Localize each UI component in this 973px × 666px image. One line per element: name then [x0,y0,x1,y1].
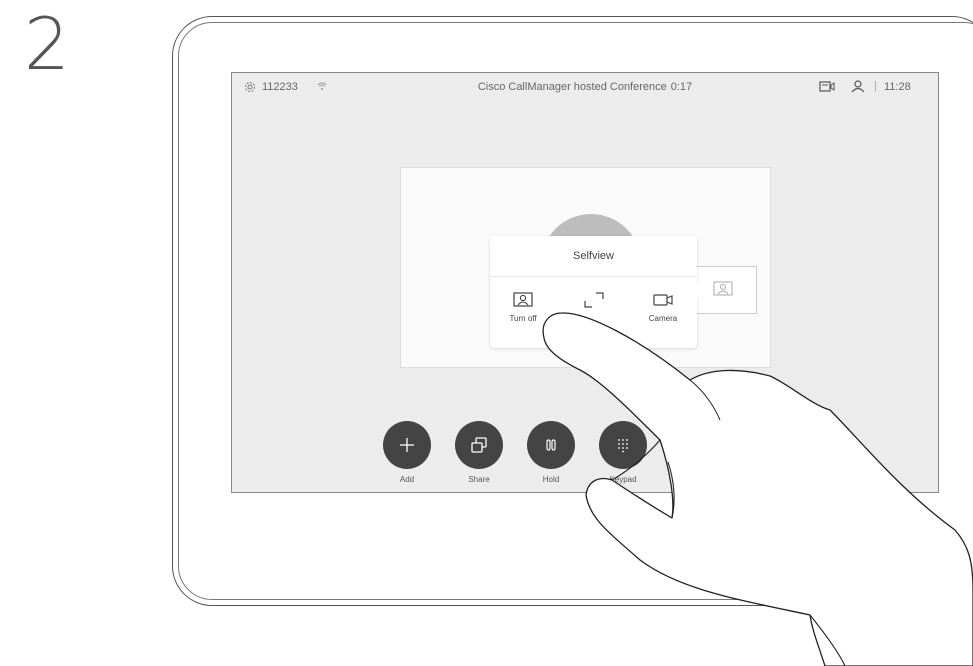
call-controls: Add Share Hold Keypad [232,413,938,492]
add-button[interactable]: Add [382,421,432,484]
share-label: Share [468,475,490,484]
camera-label: Camera [648,314,678,323]
camera-button[interactable]: Camera [633,292,693,323]
plus-icon [400,438,414,452]
hold-label: Hold [542,475,560,484]
share-icon [471,437,487,453]
turn-off-label: Turn off [509,314,537,323]
selfview-popup: Selfview Turn off Camera [490,236,697,348]
camera-icon [653,294,673,306]
clock: 11:28 [884,81,911,93]
popup-title: Selfview [573,250,614,262]
pause-icon [546,439,556,451]
fullscreen-selfview-button[interactable] [564,292,624,314]
hold-button[interactable]: Hold [526,421,576,484]
call-name: Cisco CallManager hosted Conference [477,81,667,93]
touch-screen: 112233 Cisco CallManager hosted Conferen… [231,72,939,493]
keypad-icon [618,439,628,453]
call-timer: 0:17 [670,81,693,93]
keypad-label: Keypad [609,475,637,484]
separator: | [874,80,877,92]
turn-off-selfview-button[interactable]: Turn off [493,292,553,323]
popup-divider [490,276,697,277]
selfview-person-icon [513,292,533,307]
step-number: 2 [24,2,70,86]
add-label: Add [399,475,415,484]
fullscreen-icon [584,292,604,308]
keypad-button[interactable]: Keypad [598,421,648,484]
user-icon[interactable] [851,79,865,96]
status-bar: 112233 Cisco CallManager hosted Conferen… [232,73,938,103]
video-layout-icon[interactable] [819,80,835,96]
share-button[interactable]: Share [454,421,504,484]
